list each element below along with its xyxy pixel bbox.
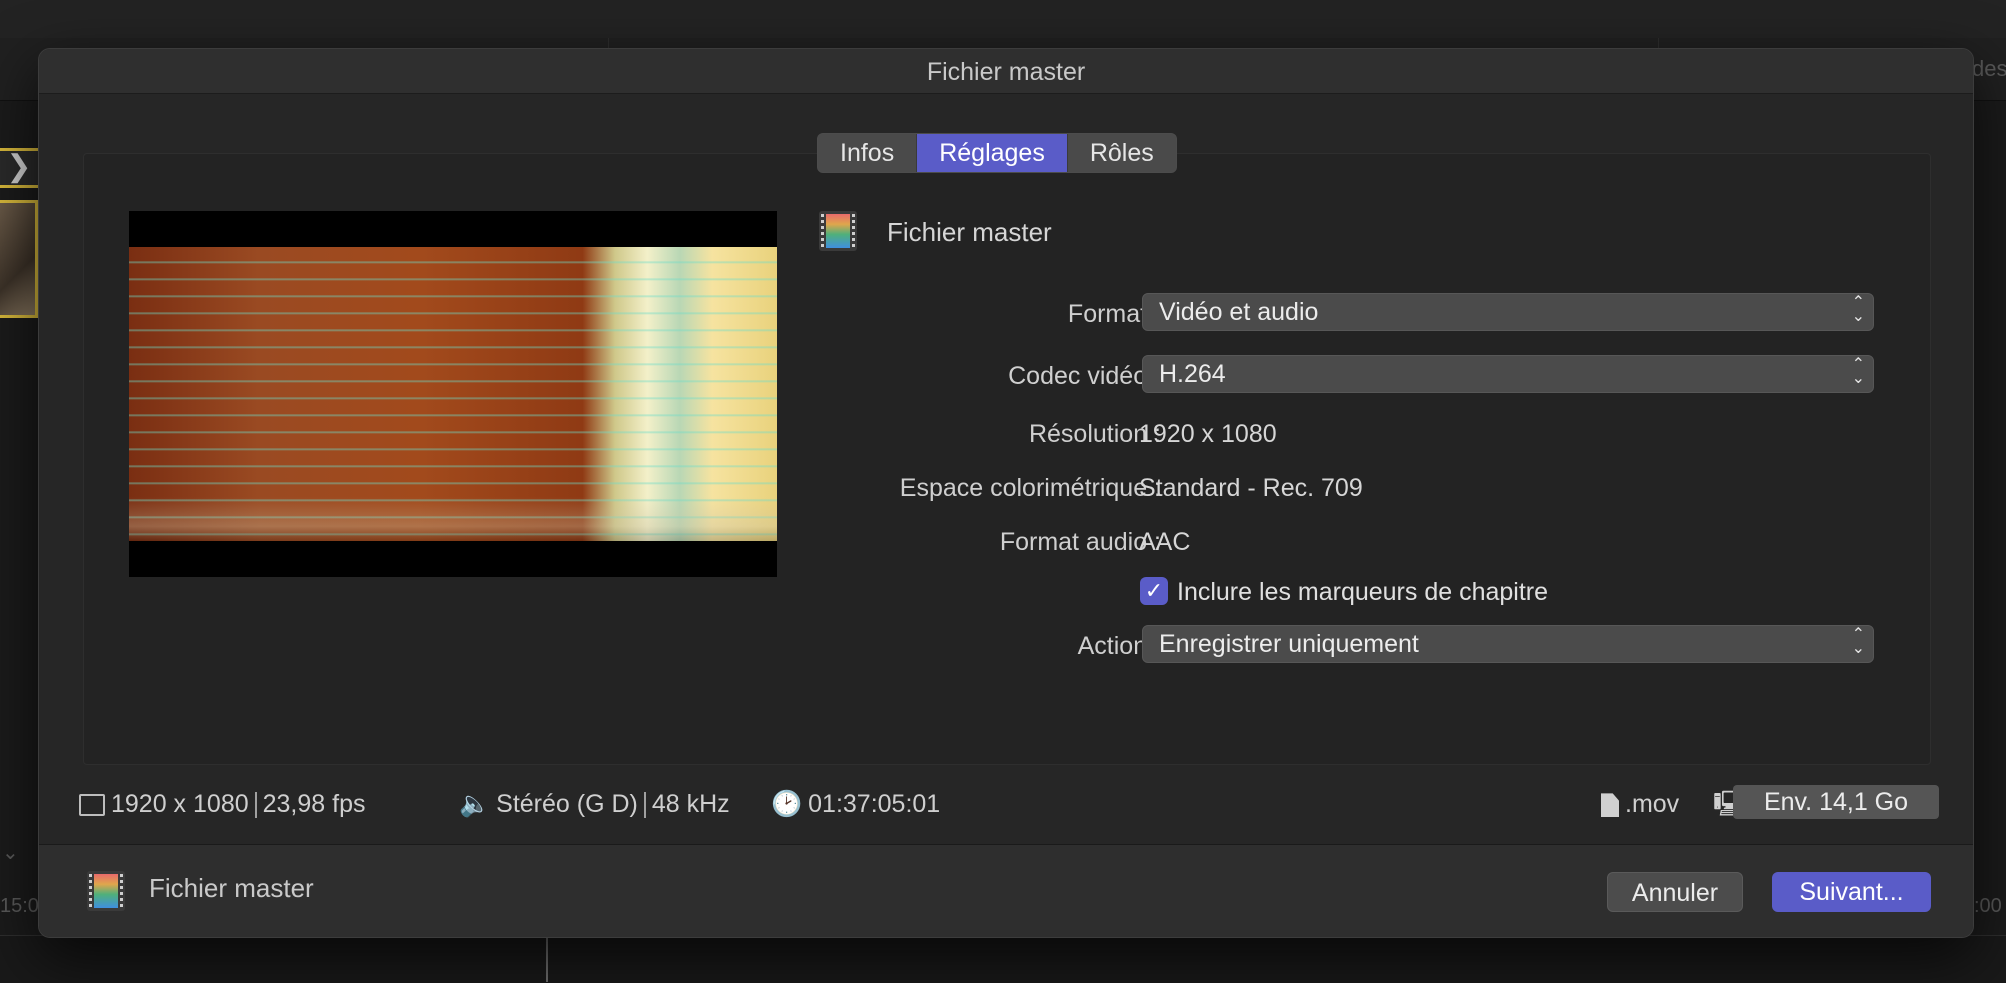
status-audio-channels: Stéréo (G D) [496, 790, 638, 818]
background-label: des [1972, 56, 2006, 81]
share-dialog: Fichier master Infos Réglages Rôles Fich… [38, 48, 1974, 938]
colorspace-value: Standard - Rec. 709 [1139, 474, 1363, 502]
action-label: Action : [1077, 632, 1161, 660]
dialog-title: Fichier master [39, 49, 1973, 94]
popup-arrows-icon: ⌃ ⌄ [1851, 626, 1865, 657]
format-popup[interactable]: Vidéo et audio ⌃ ⌄ [1142, 293, 1874, 331]
status-duration: 🕑 01:37:05:01 [771, 787, 940, 821]
codec-value: H.264 [1159, 360, 1226, 388]
popup-arrows-icon: ⌃ ⌄ [1851, 294, 1865, 325]
status-extension: .mov [1601, 787, 1679, 821]
file-size-badge: Env. 14,1 Go [1733, 785, 1939, 819]
film-strip-icon [819, 211, 857, 251]
audio-format-value: AAC [1139, 528, 1191, 556]
action-popup[interactable]: Enregistrer uniquement ⌃ ⌄ [1142, 625, 1874, 663]
codec-popup[interactable]: H.264 ⌃ ⌄ [1142, 355, 1874, 393]
audio-format-label: Format audio : [999, 528, 1161, 556]
format-label: Format : [1067, 300, 1161, 328]
codec-label: Codec vidéo : [1008, 362, 1161, 390]
resolution-value: 1920 x 1080 [1139, 420, 1277, 448]
status-fps: 23,98 fps [262, 790, 366, 818]
clip-chevron-icon: ❯ [0, 148, 38, 188]
speaker-icon: 🔈 [459, 790, 491, 818]
colorspace-label: Espace colorimétrique : [899, 474, 1161, 502]
app-toolbar [0, 0, 2006, 39]
popup-arrows-icon: ⌃ ⌄ [1851, 356, 1865, 387]
format-value: Vidéo et audio [1159, 298, 1319, 326]
status-video: 1920 x 1080 23,98 fps [79, 787, 365, 821]
action-value: Enregistrer uniquement [1159, 630, 1419, 658]
tab-bar: Infos Réglages Rôles [817, 133, 1177, 173]
clock-icon: 🕑 [771, 790, 803, 818]
cancel-button[interactable]: Annuler [1607, 872, 1743, 912]
status-audio: 🔈 Stéréo (G D) 48 kHz [459, 787, 730, 821]
resolution-label: Résolution : [1028, 420, 1161, 448]
status-extension-value: .mov [1625, 790, 1680, 818]
chapters-checkbox[interactable]: ✓ [1140, 577, 1168, 605]
tab-roles[interactable]: Rôles [1068, 134, 1176, 172]
destination-name: Fichier master [887, 217, 1052, 247]
chapters-checkbox-label[interactable]: Inclure les marqueurs de chapitre [1177, 577, 1548, 607]
status-bar: 1920 x 1080 23,98 fps 🔈 Stéréo (G D) 48 kHz… [79, 785, 1939, 821]
file-icon [1601, 793, 1619, 818]
status-resolution: 1920 x 1080 [111, 790, 249, 818]
dialog-footer: Fichier master Annuler Suivant... [39, 844, 1973, 937]
tab-reglages[interactable]: Réglages [917, 134, 1068, 172]
preview-frame [129, 247, 777, 541]
footer-destination-name: Fichier master [149, 873, 314, 903]
status-sample-rate: 48 kHz [651, 790, 730, 818]
timeline-timecode-left: 15:0 [0, 895, 39, 917]
film-strip-icon [87, 871, 125, 911]
tab-infos[interactable]: Infos [818, 134, 918, 172]
playhead[interactable] [546, 935, 548, 982]
timeline[interactable] [0, 935, 2006, 983]
clip-thumbnail[interactable] [0, 200, 38, 318]
chevron-down-icon[interactable]: ⌄ [2, 840, 19, 865]
status-duration-value: 01:37:05:01 [808, 790, 941, 818]
frame-size-icon [79, 794, 105, 817]
next-button[interactable]: Suivant... [1772, 872, 1931, 912]
timeline-timecode-right: :00 [1974, 895, 2002, 917]
video-preview [129, 211, 777, 577]
